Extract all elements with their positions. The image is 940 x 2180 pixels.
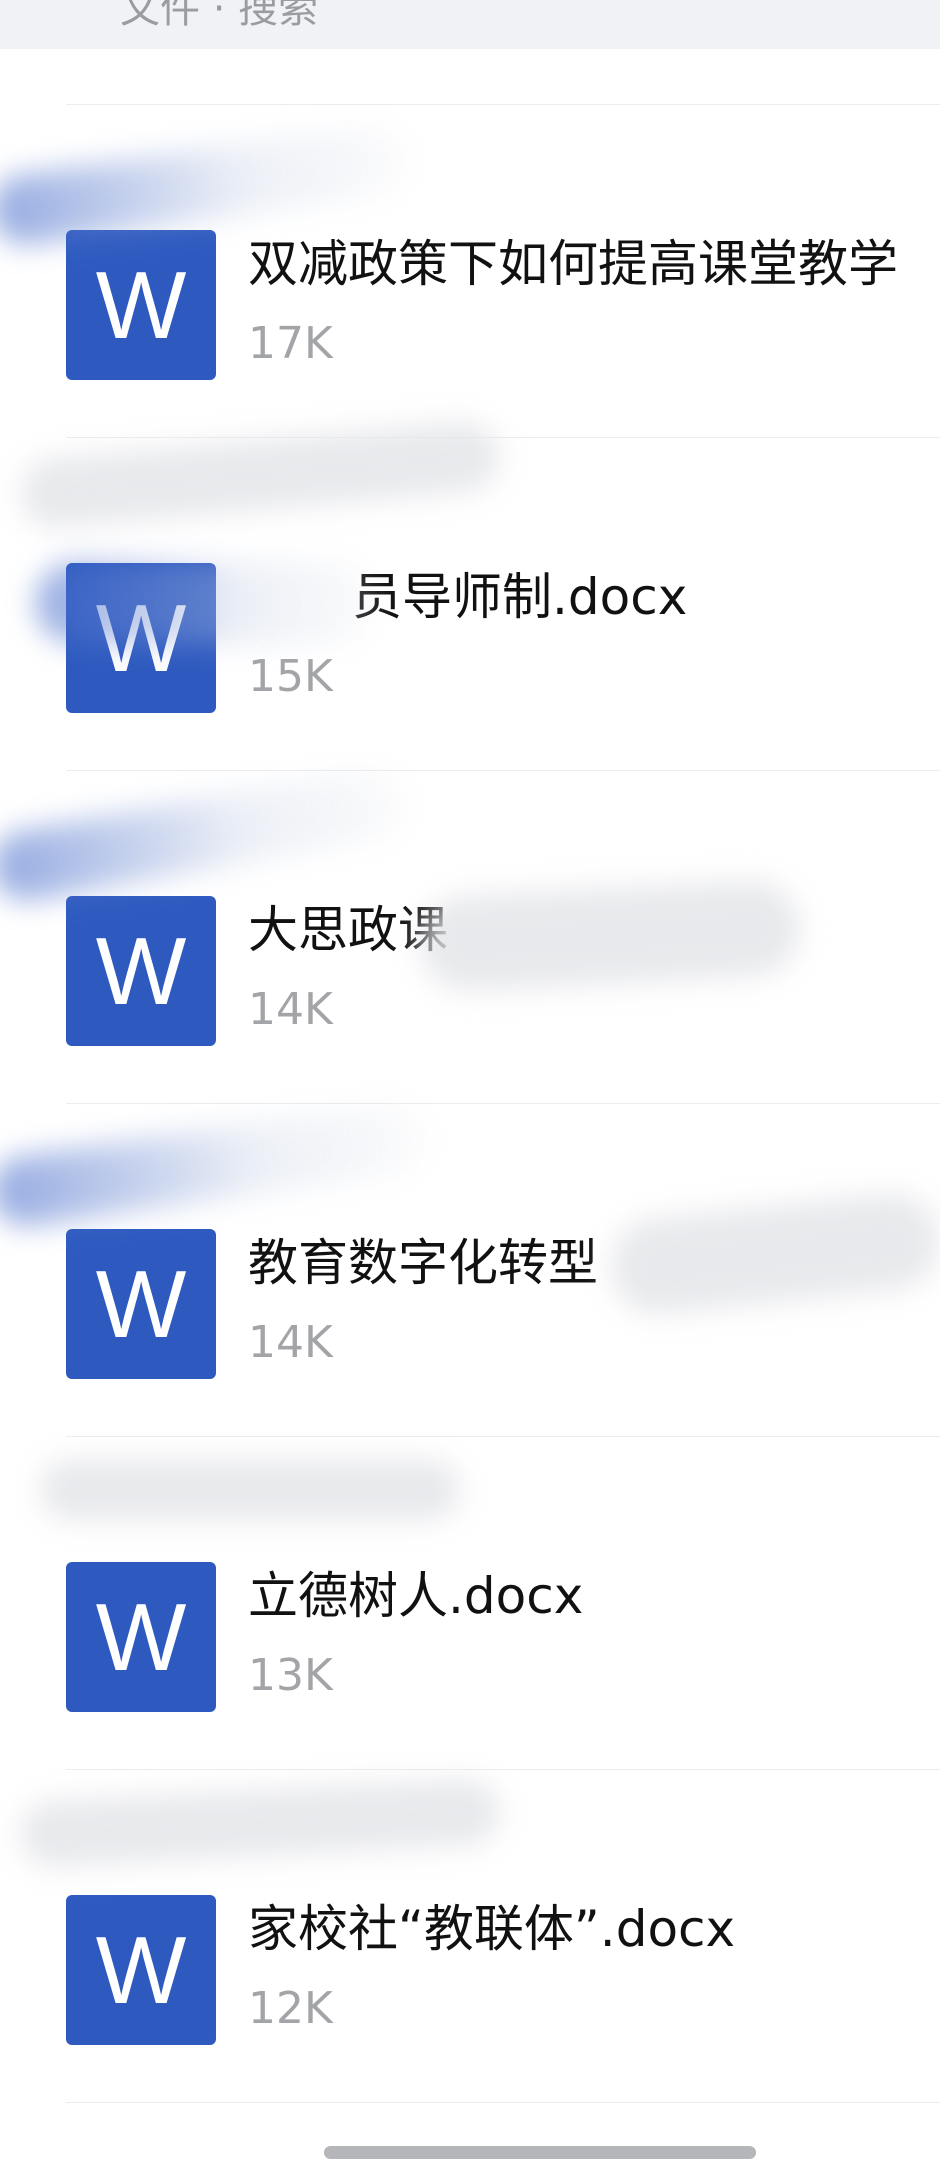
file-size: 15K bbox=[248, 651, 333, 702]
file-name: 双减政策下如何提高课堂教学 bbox=[248, 235, 898, 293]
file-size: 14K bbox=[248, 1317, 333, 1368]
page-title: 文件 · 搜索 bbox=[120, 0, 319, 32]
word-document-icon: W bbox=[66, 1229, 216, 1379]
svg-text:W: W bbox=[96, 1259, 187, 1349]
home-indicator[interactable] bbox=[324, 2146, 756, 2159]
svg-text:W: W bbox=[96, 1925, 187, 2015]
file-name: 立德树人.docx bbox=[248, 1567, 584, 1625]
file-size: 12K bbox=[248, 1983, 333, 2034]
file-size: 13K bbox=[248, 1650, 333, 1701]
file-name: 员导师制.docx bbox=[352, 568, 688, 626]
svg-text:W: W bbox=[96, 1592, 187, 1682]
redaction-blur bbox=[417, 878, 803, 994]
file-size: 17K bbox=[248, 318, 333, 369]
file-name: 教育数字化转型 bbox=[248, 1234, 598, 1292]
redaction-blur bbox=[40, 1460, 460, 1520]
redaction-blur bbox=[36, 562, 376, 644]
file-size: 14K bbox=[248, 984, 333, 1035]
svg-text:W: W bbox=[96, 926, 187, 1016]
word-document-icon: W bbox=[66, 230, 216, 380]
word-document-icon: W bbox=[66, 1895, 216, 2045]
divider bbox=[66, 2102, 940, 2103]
file-name: 家校社“教联体”.docx bbox=[248, 1900, 736, 1958]
top-bar: 文件 · 搜索 bbox=[0, 0, 940, 49]
file-list-screen: 文件 · 搜索 W 双减政策下如何提高课堂教学 17K W 员导师制.docx … bbox=[0, 0, 940, 2180]
word-document-icon: W bbox=[66, 1562, 216, 1712]
word-document-icon: W bbox=[66, 896, 216, 1046]
file-row[interactable]: W 双减政策下如何提高课堂教学 17K bbox=[0, 104, 940, 437]
svg-text:W: W bbox=[96, 260, 187, 350]
file-name: 大思政课 bbox=[248, 901, 448, 959]
